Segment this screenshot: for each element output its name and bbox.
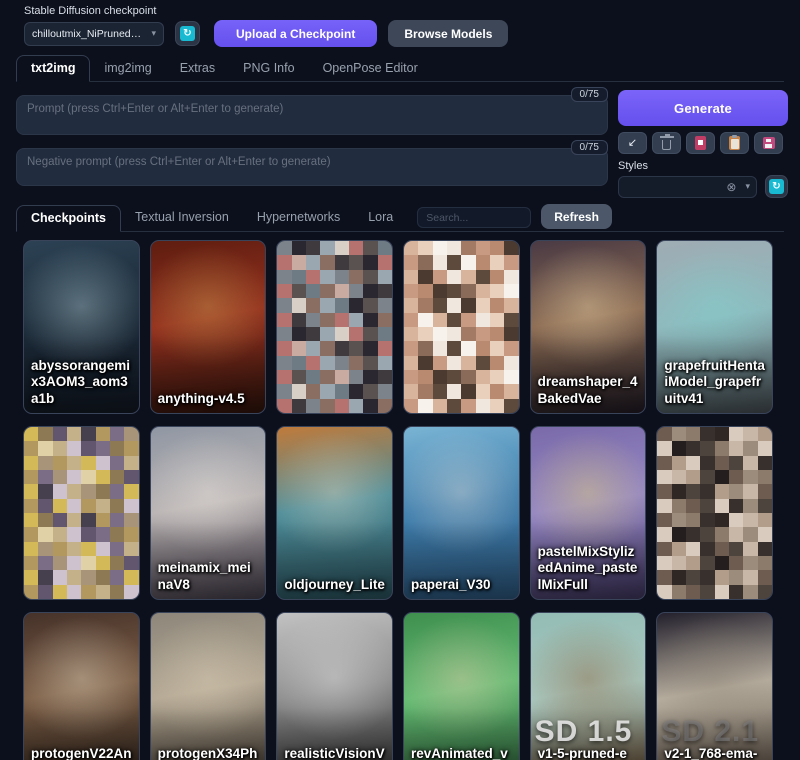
model-card-label: oldjourney_Lite bbox=[277, 573, 392, 599]
model-card-label: pastelMixStylizedAnime_pastelMixFull bbox=[531, 540, 646, 599]
model-card-label: realisticVisionV13_v13 bbox=[277, 742, 392, 760]
model-card-label: grapefruitHentaiModel_grapefruitv41 bbox=[657, 354, 772, 413]
model-card-realistic-vision[interactable]: realisticVisionV13_v13 bbox=[276, 612, 393, 760]
styles-dropdown[interactable]: ⊗ ▾ bbox=[618, 176, 757, 198]
generate-button[interactable]: Generate bbox=[618, 90, 788, 126]
refresh-checkpoint-button[interactable]: ↻ bbox=[175, 21, 200, 46]
model-card-oldjourney[interactable]: oldjourney_Lite bbox=[276, 426, 393, 600]
paste-params-button[interactable]: ↙ bbox=[618, 132, 647, 154]
tab-textual-inversion[interactable]: Textual Inversion bbox=[121, 205, 243, 230]
tab-openpose-editor[interactable]: OpenPose Editor bbox=[309, 56, 432, 81]
search-input[interactable] bbox=[417, 207, 531, 228]
flower-card-icon bbox=[695, 136, 706, 150]
paste-arrow-icon: ↙ bbox=[628, 138, 637, 149]
prompt-input[interactable] bbox=[16, 95, 608, 135]
clipboard-icon bbox=[729, 136, 740, 150]
refresh-icon: ↻ bbox=[769, 179, 784, 194]
model-card-label: abyssorangemix3AOM3_aom3a1b bbox=[24, 354, 139, 413]
negative-prompt-token-counter: 0/75 bbox=[571, 140, 608, 155]
model-card-label bbox=[404, 403, 519, 413]
checkpoint-card-grid: abyssorangemix3AOM3_aom3a1b anything-v4.… bbox=[0, 232, 800, 760]
apply-styles-button[interactable] bbox=[720, 132, 749, 154]
styles-label: Styles bbox=[618, 160, 788, 172]
model-card-protogen-v22[interactable]: protogenV22Anime_22 bbox=[23, 612, 140, 760]
model-card-label bbox=[657, 589, 772, 599]
refresh-icon: ↻ bbox=[180, 26, 195, 41]
extra-networks-tab-bar: Checkpoints Textual Inversion Hypernetwo… bbox=[16, 204, 784, 232]
clear-selection-icon[interactable]: ⊗ bbox=[726, 181, 736, 193]
negative-prompt-input[interactable] bbox=[16, 148, 608, 186]
prompt-tools: ↙ bbox=[618, 132, 788, 154]
chevron-down-icon: ▾ bbox=[151, 28, 156, 39]
tab-img2img[interactable]: img2img bbox=[90, 56, 165, 81]
txt2img-toprow: 0/75 0/75 Generate ↙ Styles bbox=[0, 82, 800, 198]
model-card-dreamshaper[interactable]: dreamshaper_4BakedVae bbox=[530, 240, 647, 414]
extra-networks-button[interactable] bbox=[686, 132, 715, 154]
model-card-censored-1[interactable] bbox=[276, 240, 393, 414]
tab-png-info[interactable]: PNG Info bbox=[229, 56, 308, 81]
tab-txt2img[interactable]: txt2img bbox=[16, 55, 90, 82]
model-card-label: protogenV22Anime_22 bbox=[24, 742, 139, 760]
tab-extras[interactable]: Extras bbox=[166, 56, 229, 81]
model-card-label: paperai_V30 bbox=[404, 573, 519, 599]
model-card-label: v2-1_768-ema-pruned bbox=[657, 742, 772, 760]
model-card-label: anything-v4.5 bbox=[151, 387, 266, 413]
model-card-label bbox=[277, 403, 392, 413]
model-card-censored-2[interactable] bbox=[403, 240, 520, 414]
clear-prompt-button[interactable] bbox=[652, 132, 681, 154]
app-header: Stable Diffusion checkpoint chilloutmix_… bbox=[0, 0, 800, 47]
model-card-meinamix[interactable]: meinamix_meinaV8 bbox=[150, 426, 267, 600]
model-card-label: revAnimated_v11 bbox=[404, 742, 519, 760]
model-card-protogen-x34[interactable]: protogenX34Photorealism_1 bbox=[150, 612, 267, 760]
model-card-anything-v4-5[interactable]: anything-v4.5 bbox=[150, 240, 267, 414]
tab-lora[interactable]: Lora bbox=[354, 205, 407, 230]
checkpoint-value: chilloutmix_NiPrunedFp32Fix.safeter bbox=[32, 28, 147, 40]
tab-checkpoints[interactable]: Checkpoints bbox=[16, 205, 121, 232]
model-card-grapefruit[interactable]: grapefruitHentaiModel_grapefruitv41 bbox=[656, 240, 773, 414]
refresh-styles-button[interactable]: ↻ bbox=[765, 175, 788, 198]
checkpoint-dropdown[interactable]: chilloutmix_NiPrunedFp32Fix.safeter ▾ bbox=[24, 22, 164, 46]
model-card-censored-4[interactable] bbox=[656, 426, 773, 600]
save-icon bbox=[763, 137, 775, 149]
tab-hypernetworks[interactable]: Hypernetworks bbox=[243, 205, 354, 230]
prompt-token-counter: 0/75 bbox=[571, 87, 608, 102]
model-card-paperai[interactable]: paperai_V30 bbox=[403, 426, 520, 600]
model-card-censored-3[interactable] bbox=[23, 426, 140, 600]
trash-icon bbox=[662, 140, 671, 150]
model-card-abyssorangemix[interactable]: abyssorangemix3AOM3_aom3a1b bbox=[23, 240, 140, 414]
model-card-label bbox=[24, 589, 139, 599]
refresh-networks-button[interactable]: Refresh bbox=[541, 204, 612, 229]
browse-models-button[interactable]: Browse Models bbox=[388, 20, 508, 47]
model-card-revanimated[interactable]: revAnimated_v11 bbox=[403, 612, 520, 760]
model-card-v2-1[interactable]: SD 2.1v2-1_768-ema-pruned bbox=[656, 612, 773, 760]
save-style-button[interactable] bbox=[754, 132, 783, 154]
upload-checkpoint-button[interactable]: Upload a Checkpoint bbox=[214, 20, 377, 47]
model-card-label: dreamshaper_4BakedVae bbox=[531, 370, 646, 413]
model-card-v1-5[interactable]: SD 1.5v1-5-pruned-emaonly bbox=[530, 612, 647, 760]
chevron-down-icon: ▾ bbox=[745, 181, 750, 192]
model-card-label: meinamix_meinaV8 bbox=[151, 556, 266, 599]
main-tab-bar: txt2img img2img Extras PNG Info OpenPose… bbox=[16, 55, 784, 82]
model-card-label: protogenX34Photorealism_1 bbox=[151, 742, 266, 760]
model-card-pastelmix[interactable]: pastelMixStylizedAnime_pastelMixFull bbox=[530, 426, 647, 600]
checkpoint-label: Stable Diffusion checkpoint bbox=[24, 5, 776, 17]
model-card-label: v1-5-pruned-emaonly bbox=[531, 742, 646, 760]
